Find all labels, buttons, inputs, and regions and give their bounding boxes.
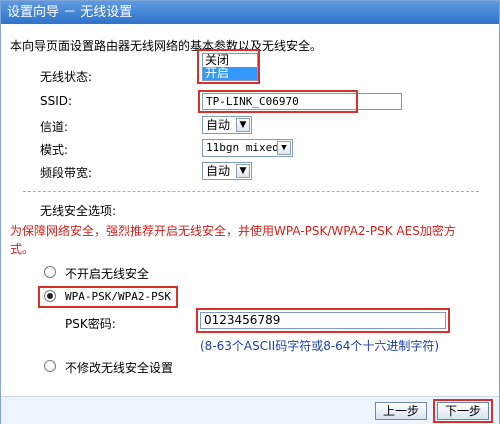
wireless-status-label: 无线状态:	[40, 70, 93, 84]
mode-select-value: 11bgn mixed	[206, 141, 279, 154]
prev-button[interactable]: 上一步	[375, 402, 427, 420]
channel-select-value: 自动	[206, 118, 231, 132]
radio-disable-security-label: 不开启无线安全	[65, 267, 150, 281]
mode-label: 模式:	[40, 143, 69, 157]
bandwidth-select-value: 自动	[206, 164, 231, 178]
psk-hint: (8-63个ASCII码字符或8-64个十六进制字符)	[200, 339, 440, 353]
radio-keep-security[interactable]	[44, 360, 56, 372]
window-title: 设置向导 － 无线设置	[1, 1, 499, 24]
bandwidth-select[interactable]: 自动 ▼	[202, 162, 252, 180]
highlight-box-ssid	[198, 90, 358, 113]
psk-password-label: PSK密码:	[65, 317, 116, 331]
chevron-down-icon: ▼	[236, 164, 250, 178]
mode-select[interactable]: 11bgn mixed ▼	[202, 139, 293, 157]
channel-label: 信道:	[40, 120, 69, 134]
bandwidth-label: 频段带宽:	[40, 166, 93, 180]
highlight-box-psk	[196, 308, 450, 333]
ssid-label: SSID:	[40, 94, 73, 108]
wizard-window: 设置向导 － 无线设置 本向导页面设置路由器无线网络的基本参数以及无线安全。 无…	[0, 0, 500, 424]
security-warning-line2: 式。	[10, 242, 35, 256]
section-divider	[23, 191, 479, 192]
radio-disable-security[interactable]	[44, 266, 56, 278]
chevron-down-icon: ▼	[236, 118, 250, 132]
highlight-box-next	[433, 399, 493, 423]
channel-select[interactable]: 自动 ▼	[202, 116, 252, 134]
chevron-down-icon: ▼	[277, 141, 291, 155]
intro-text: 本向导页面设置路由器无线网络的基本参数以及无线安全。	[10, 39, 323, 53]
highlight-box-wireless-status	[197, 49, 260, 84]
wizard-content: 本向导页面设置路由器无线网络的基本参数以及无线安全。 无线状态: 关闭 开启 S…	[1, 24, 499, 396]
highlight-box-wpa	[38, 286, 178, 308]
radio-keep-security-label: 不修改无线安全设置	[65, 361, 174, 375]
security-heading: 无线安全选项:	[40, 204, 117, 218]
security-warning-line1: 为保障网络安全，强烈推荐开启无线安全，并使用WPA-PSK/WPA2-PSK A…	[10, 224, 456, 238]
button-bar: 上一步 下一步	[1, 396, 499, 424]
